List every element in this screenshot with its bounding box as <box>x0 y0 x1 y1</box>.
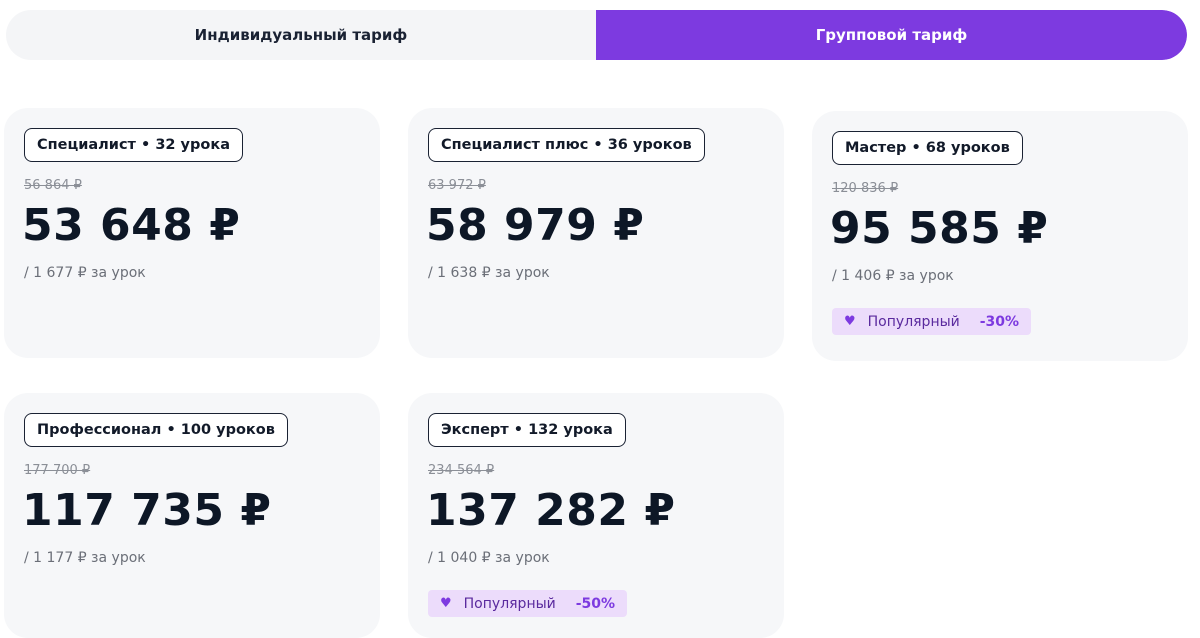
plan-name-badge: Эксперт • 132 урока <box>428 413 626 447</box>
tab-group[interactable]: Групповой тариф <box>596 10 1187 60</box>
old-price: 56 864 ₽ <box>24 178 82 193</box>
plan-name-badge: Мастер • 68 уроков <box>832 131 1023 165</box>
price-per-lesson: / 1 177 ₽ за урок <box>24 550 146 566</box>
old-price: 63 972 ₽ <box>428 178 486 193</box>
heart-icon: ♥ <box>440 596 452 611</box>
plan-name-badge: Специалист плюс • 36 уроков <box>428 128 705 162</box>
plan-card-professional[interactable]: Профессионал • 100 уроков 177 700 ₽ 117 … <box>4 393 380 638</box>
heart-icon: ♥ <box>844 314 856 329</box>
old-price: 177 700 ₽ <box>24 463 91 478</box>
plan-card-expert[interactable]: Эксперт • 132 урока 234 564 ₽ 137 282 ₽ … <box>408 393 784 638</box>
plan-name-badge: Профессионал • 100 уроков <box>24 413 288 447</box>
popular-badge: ♥ Популярный -50% <box>428 590 628 617</box>
old-price: 120 836 ₽ <box>832 181 899 196</box>
price: 58 979 ₽ <box>426 200 645 251</box>
price-per-lesson: / 1 677 ₽ за урок <box>24 265 146 281</box>
popular-label: Популярный <box>867 313 960 330</box>
price-per-lesson: / 1 638 ₽ за урок <box>428 265 550 281</box>
plan-card-specialist[interactable]: Специалист • 32 урока 56 864 ₽ 53 648 ₽ … <box>4 108 380 358</box>
plan-card-specialist-plus[interactable]: Специалист плюс • 36 уроков 63 972 ₽ 58 … <box>408 108 784 358</box>
price: 117 735 ₽ <box>22 485 272 536</box>
old-price: 234 564 ₽ <box>428 463 495 478</box>
price: 137 282 ₽ <box>426 485 676 536</box>
tab-individual[interactable]: Индивидуальный тариф <box>6 10 596 60</box>
price: 53 648 ₽ <box>22 200 241 251</box>
plan-name-badge: Специалист • 32 урока <box>24 128 243 162</box>
popular-label: Популярный <box>463 595 556 612</box>
plan-card-master[interactable]: Мастер • 68 уроков 120 836 ₽ 95 585 ₽ / … <box>812 111 1188 361</box>
discount-label: -30% <box>979 313 1020 330</box>
tariff-tabs: Индивидуальный тариф Групповой тариф <box>6 10 1187 60</box>
price: 95 585 ₽ <box>830 203 1049 254</box>
price-per-lesson: / 1 406 ₽ за урок <box>832 268 954 284</box>
discount-label: -50% <box>575 595 616 612</box>
price-per-lesson: / 1 040 ₽ за урок <box>428 550 550 566</box>
popular-badge: ♥ Популярный -30% <box>832 308 1032 335</box>
